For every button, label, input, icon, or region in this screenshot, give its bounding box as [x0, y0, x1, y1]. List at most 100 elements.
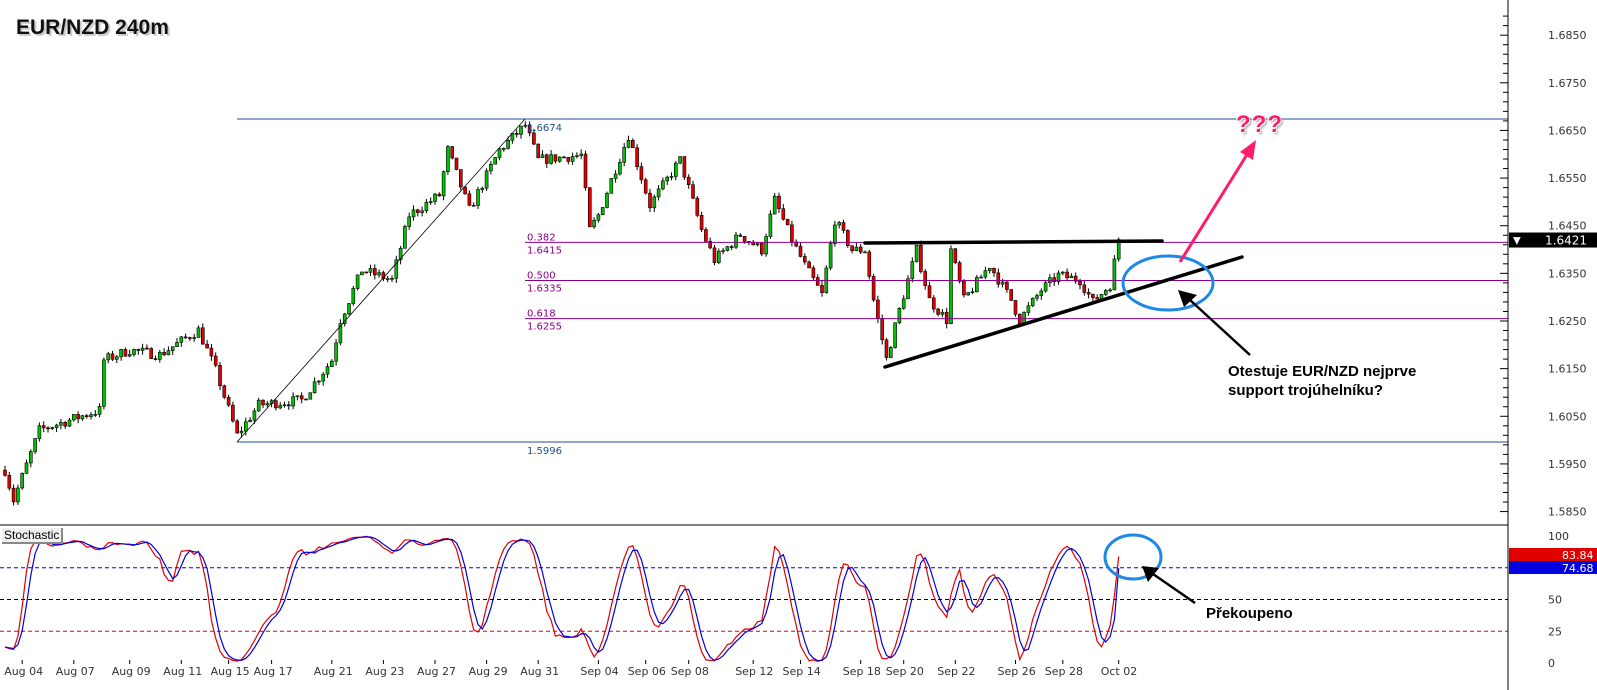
candle-up: [480, 187, 485, 190]
price-tick-label: 1.6050: [1548, 410, 1587, 423]
candle-down: [153, 358, 158, 360]
candle-up: [570, 156, 575, 162]
candle-down: [583, 153, 588, 189]
candle-up: [278, 405, 283, 409]
candle-down: [63, 422, 68, 427]
candle-up: [446, 146, 450, 172]
time-tick-label: Aug 07: [56, 665, 95, 678]
candle-up: [716, 250, 721, 263]
candle-up: [484, 170, 489, 189]
triangle-resistance-line: [863, 239, 1164, 245]
candle-down: [858, 246, 863, 253]
time-tick-label: Sep 26: [998, 665, 1036, 678]
candle-down: [532, 132, 536, 145]
candle-up: [600, 207, 605, 216]
candle-up: [385, 278, 390, 280]
candle-up: [897, 307, 902, 324]
candle-up: [725, 246, 730, 251]
candle-up: [837, 222, 842, 226]
candle-down: [261, 399, 265, 406]
candle-down: [201, 327, 205, 345]
support-ellipse: [1121, 254, 1215, 312]
time-tick-label: Sep 20: [886, 665, 924, 678]
candle-up: [265, 403, 270, 406]
candle-up: [67, 419, 72, 427]
candle-up: [407, 216, 412, 227]
candle-up: [1069, 275, 1074, 279]
candle-up: [334, 342, 338, 362]
triangle-note-line2: support trojúhelníku?: [1228, 382, 1383, 399]
candle-down: [183, 336, 188, 339]
candle-up: [592, 219, 596, 228]
candle-up: [196, 327, 201, 338]
candle-down: [630, 140, 635, 149]
candle-up: [549, 154, 553, 164]
time-tick-label: Sep 08: [671, 665, 709, 678]
candle-down: [953, 248, 958, 263]
candle-up: [979, 276, 983, 279]
time-tick-label: Aug 23: [365, 665, 404, 678]
candle-up: [377, 272, 381, 276]
candle-up: [20, 473, 25, 489]
candle-up: [93, 414, 98, 416]
stochastic-label[interactable]: Stochastic: [2, 528, 64, 544]
pink-arrow-head: [1240, 140, 1256, 160]
candle-up: [734, 234, 738, 248]
candle-down: [235, 420, 239, 434]
candle-down: [458, 169, 463, 188]
time-tick-label: Aug 11: [163, 665, 202, 678]
candle-down: [841, 222, 846, 231]
candle-up: [833, 224, 837, 244]
candle-up: [175, 342, 179, 347]
price-tick-label: 1.6250: [1548, 315, 1587, 328]
candle-up: [493, 157, 498, 165]
candle-down: [209, 347, 214, 357]
candle-up: [24, 462, 29, 474]
candle-down: [798, 245, 803, 257]
overbought-note: Překoupeno: [1206, 605, 1293, 622]
candle-up: [974, 277, 979, 293]
candle-up: [170, 346, 175, 351]
candle-down: [11, 487, 16, 503]
candle-up: [158, 351, 162, 360]
candle-down: [304, 398, 308, 401]
candle-down: [1091, 293, 1095, 298]
candle-down: [41, 425, 46, 429]
candle-up: [605, 192, 609, 208]
candle-down: [781, 208, 786, 220]
candle-up: [622, 147, 627, 163]
candle-down: [871, 276, 876, 301]
candle-down: [729, 246, 734, 248]
candle-down: [299, 395, 304, 400]
candle-up: [987, 267, 992, 271]
candle-down: [944, 311, 949, 324]
candle-up: [368, 268, 373, 273]
candle-down: [880, 318, 885, 341]
candle-down: [712, 247, 717, 263]
candle-up: [673, 162, 678, 177]
candle-down: [149, 348, 153, 359]
candle-down: [467, 193, 472, 206]
candle-up: [37, 425, 42, 439]
candle-down: [845, 230, 850, 246]
question-marks: ???: [1236, 111, 1283, 138]
candle-down: [682, 156, 687, 178]
time-tick-label: Sep 28: [1045, 665, 1083, 678]
candle-down: [222, 385, 227, 398]
candle-up: [901, 298, 906, 309]
candle-up: [949, 248, 953, 324]
candle-down: [1009, 289, 1014, 301]
candle-up: [519, 125, 523, 135]
candle-down: [514, 133, 519, 135]
time-tick-label: Aug 27: [417, 665, 456, 678]
candle-up: [312, 381, 317, 394]
candle-down: [544, 154, 549, 164]
time-tick-label: Aug 09: [112, 665, 151, 678]
candle-down: [463, 186, 467, 195]
time-tick-label: Oct 02: [1101, 665, 1138, 678]
price-tick-label: 1.5850: [1548, 506, 1587, 519]
stochastic-tick-label: 50: [1548, 594, 1562, 607]
candle-down: [927, 285, 932, 299]
candle-down: [553, 154, 558, 162]
price-chart[interactable]: 1.66741.59960.3821.64150.5001.63350.6181…: [0, 0, 1597, 690]
